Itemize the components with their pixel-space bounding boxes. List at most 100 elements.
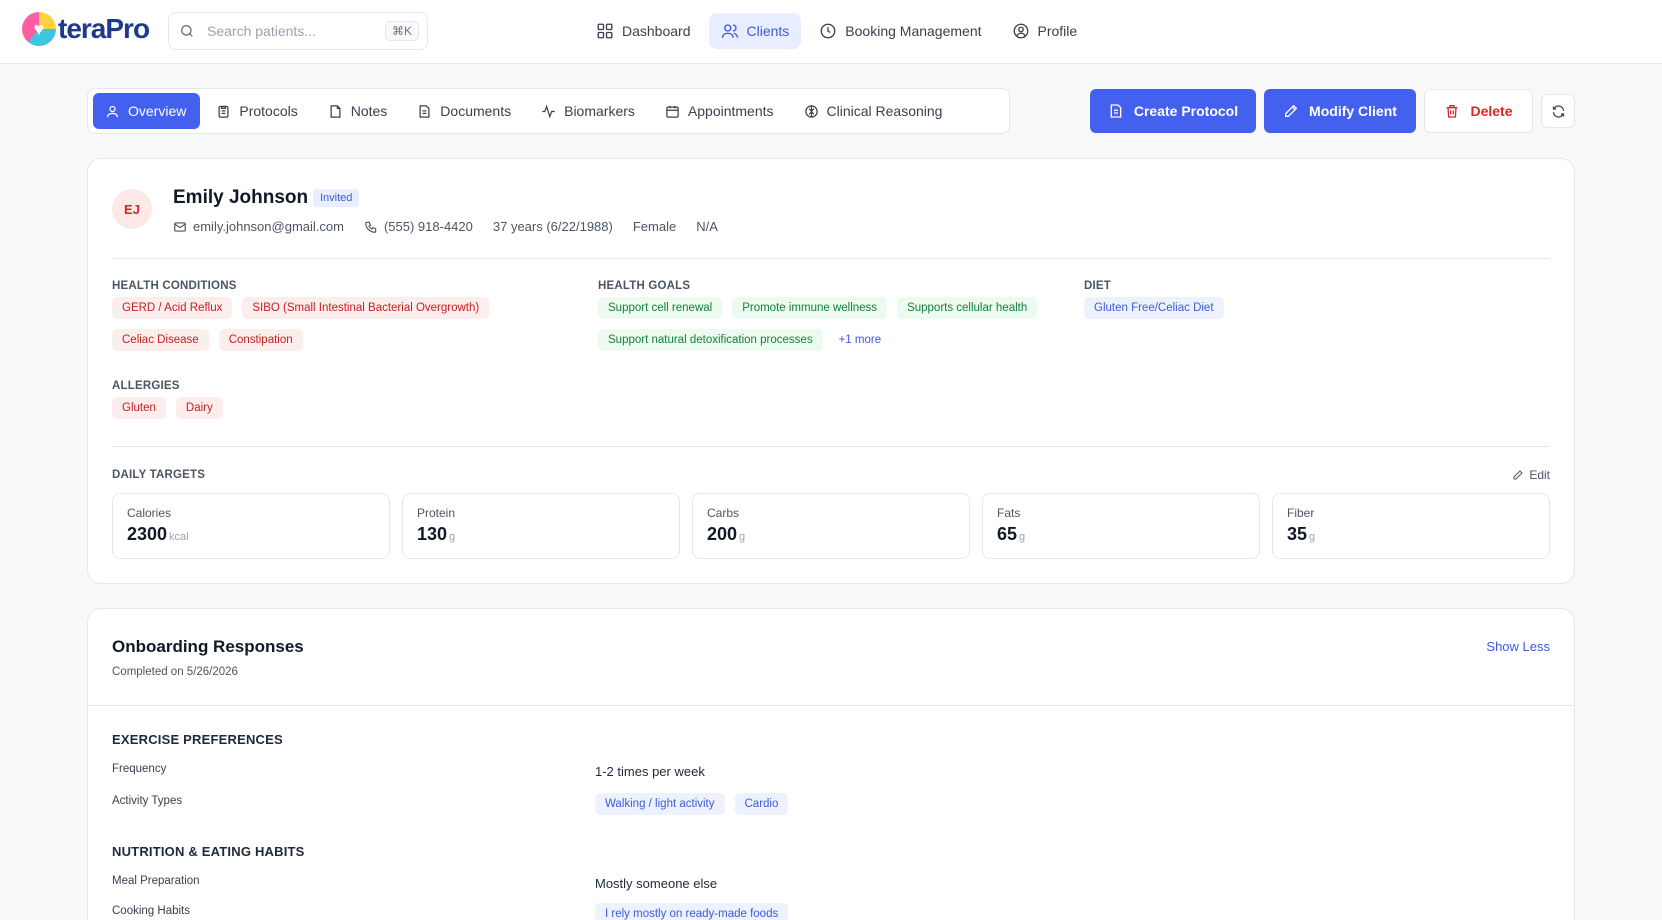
client-contact-info: emily.johnson@gmail.com (555) 918-4420 3… xyxy=(173,219,718,234)
show-less-toggle[interactable]: Show Less xyxy=(1486,639,1550,654)
modify-client-button[interactable]: Modify Client xyxy=(1264,89,1416,133)
client-phone[interactable]: (555) 918-4420 xyxy=(364,219,473,234)
tab-label: Overview xyxy=(128,103,187,119)
refresh-button[interactable] xyxy=(1541,94,1575,128)
avatar: EJ xyxy=(112,189,152,229)
target-label: Calories xyxy=(127,506,172,520)
delete-client-button[interactable]: Delete xyxy=(1424,89,1533,133)
tab-documents[interactable]: Documents xyxy=(405,93,525,129)
button-label: Delete xyxy=(1470,103,1513,119)
target-carbs: Carbs 200 g xyxy=(692,493,970,559)
search-input[interactable] xyxy=(207,23,377,39)
target-value: 2300 xyxy=(127,524,168,544)
goal-chip: Support natural detoxification processes xyxy=(598,329,823,351)
note-icon xyxy=(330,104,341,118)
target-label: Carbs xyxy=(707,506,740,520)
edit-label: Edit xyxy=(1529,468,1550,482)
divider xyxy=(112,258,1550,259)
brand-logo[interactable]: teraPro xyxy=(22,12,150,46)
top-navigation-bar: teraPro ⌘K Dashboard Clients Booking Man… xyxy=(0,0,1662,64)
allergy-chip: Dairy xyxy=(175,397,223,419)
tab-notes[interactable]: Notes xyxy=(316,93,402,129)
client-tabs: Overview Protocols Notes Documents Bioma… xyxy=(87,88,1010,134)
tab-protocols[interactable]: Protocols xyxy=(204,93,311,129)
exercise-preferences-heading: EXERCISE PREFERENCES xyxy=(112,732,283,747)
trash-icon xyxy=(1447,105,1458,118)
cooking-habits-answer: I rely mostly on ready-made foods xyxy=(595,903,789,920)
tab-label: Documents xyxy=(440,103,512,119)
activity-icon xyxy=(542,104,555,118)
target-value: 65 xyxy=(997,524,1018,544)
more-goals-link[interactable]: +1 more xyxy=(833,329,888,351)
target-fats: Fats 65 g xyxy=(982,493,1260,559)
calendar-icon xyxy=(666,105,679,118)
daily-targets-label: DAILY TARGETS xyxy=(112,469,206,481)
tab-label: Protocols xyxy=(239,103,298,119)
phone-text: (555) 918-4420 xyxy=(383,219,473,234)
target-unit: g xyxy=(1309,531,1316,543)
phone-icon xyxy=(365,221,377,233)
tab-appointments[interactable]: Appointments xyxy=(653,93,788,129)
document-icon xyxy=(1110,104,1122,118)
condition-chip: Constipation xyxy=(218,329,303,351)
search-icon xyxy=(181,25,193,37)
tab-clinical-reasoning[interactable]: Clinical Reasoning xyxy=(792,93,957,129)
condition-chip: SIBO (Small Intestinal Bacterial Overgro… xyxy=(242,297,490,319)
target-label: Protein xyxy=(417,506,456,520)
tab-biomarkers[interactable]: Biomarkers xyxy=(529,93,649,129)
allergy-chip: Gluten xyxy=(112,397,166,419)
allergies-label: ALLERGIES xyxy=(112,380,180,392)
nav-item-label: Profile xyxy=(1037,23,1078,39)
nav-item-label: Booking Management xyxy=(845,23,982,39)
tab-label: Notes xyxy=(350,103,388,119)
target-unit: g xyxy=(449,531,456,543)
target-unit: g xyxy=(1019,531,1026,543)
user-icon xyxy=(106,105,119,117)
client-gender: Female xyxy=(632,219,677,234)
target-protein: Protein 130 g xyxy=(402,493,680,559)
create-protocol-button[interactable]: Create Protocol xyxy=(1090,89,1256,133)
meal-preparation-question: Meal Preparation xyxy=(112,875,200,887)
edit-icon xyxy=(1285,104,1298,117)
cooking-habits-question: Cooking Habits xyxy=(112,905,190,917)
goal-chip: Promote immune wellness xyxy=(732,297,888,319)
nutrition-habits-heading: NUTRITION & EATING HABITS xyxy=(112,844,305,859)
target-label: Fats xyxy=(997,506,1021,520)
clipboard-icon xyxy=(218,105,229,118)
nav-item-profile[interactable]: Profile xyxy=(1000,13,1090,49)
tab-label: Clinical Reasoning xyxy=(826,103,943,119)
search-box[interactable]: ⌘K xyxy=(168,12,428,50)
cooking-chip: I rely mostly on ready-made foods xyxy=(595,903,789,920)
target-unit: kcal xyxy=(169,531,189,543)
activity-chip: Walking / light activity xyxy=(595,793,725,815)
edit-targets-link[interactable]: Edit xyxy=(1512,468,1550,482)
diet-list: Gluten Free/Celiac Diet xyxy=(1084,297,1224,319)
tab-label: Appointments xyxy=(687,103,774,119)
health-goals-list: Support cell renewal Promote immune well… xyxy=(598,297,1058,351)
health-conditions-list: GERD / Acid Reflux SIBO (Small Intestina… xyxy=(112,297,532,351)
target-value: 35 xyxy=(1287,524,1308,544)
nav-item-dashboard[interactable]: Dashboard xyxy=(584,13,703,49)
logo-heart-icon xyxy=(22,12,56,46)
target-fiber: Fiber 35 g xyxy=(1272,493,1550,559)
button-label: Create Protocol xyxy=(1133,103,1239,119)
activity-chip: Cardio xyxy=(734,793,789,815)
allergies-list: Gluten Dairy xyxy=(112,397,223,419)
search-shortcut-hint: ⌘K xyxy=(384,21,419,41)
divider xyxy=(88,705,1574,706)
user-circle-icon xyxy=(1013,23,1028,39)
activity-types-question: Activity Types xyxy=(112,795,183,807)
client-email[interactable]: emily.johnson@gmail.com xyxy=(173,219,344,234)
target-calories: Calories 2300 kcal xyxy=(112,493,390,559)
refresh-icon xyxy=(1552,104,1564,118)
tab-overview[interactable]: Overview xyxy=(93,93,201,129)
frequency-answer: 1-2 times per week xyxy=(595,764,705,779)
nav-item-clients[interactable]: Clients xyxy=(708,13,802,49)
condition-chip: GERD / Acid Reflux xyxy=(112,297,233,319)
nav-item-label: Dashboard xyxy=(622,23,691,39)
status-badge: Invited xyxy=(313,189,360,207)
brand-name: teraPro xyxy=(58,13,150,44)
nav-item-booking-management[interactable]: Booking Management xyxy=(807,13,993,49)
divider xyxy=(112,446,1550,447)
daily-targets-grid: Calories 2300 kcal Protein 130 g Carbs 200… xyxy=(112,493,1550,559)
